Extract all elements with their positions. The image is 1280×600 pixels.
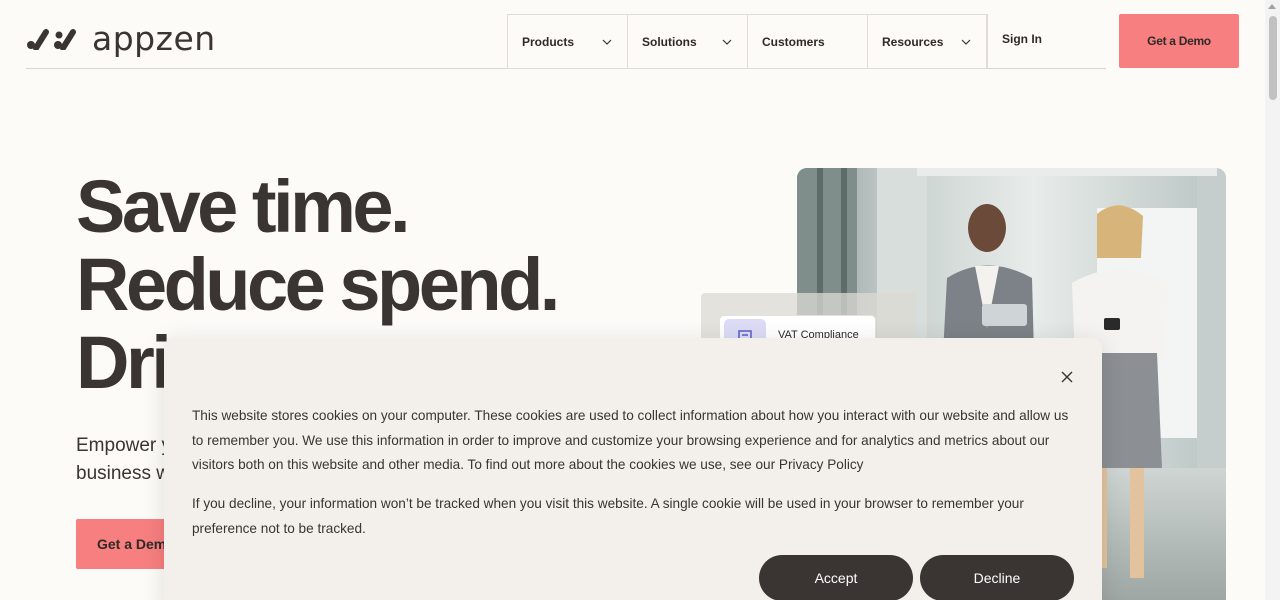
hero-title-line-2: Reduce spend. <box>76 243 560 326</box>
brand-name: appzen <box>92 19 216 58</box>
accept-cookies-button[interactable]: Accept <box>759 555 913 600</box>
chevron-down-icon <box>602 39 612 45</box>
nav-item-customers[interactable]: Customers <box>747 14 867 69</box>
scrollbar-thumb[interactable] <box>1269 16 1277 100</box>
cookie-text-secondary: If you decline, your information won’t b… <box>192 496 1024 536</box>
nav-item-resources[interactable]: Resources <box>867 14 987 69</box>
page-scrollbar[interactable] <box>1265 0 1280 600</box>
close-icon[interactable] <box>1058 368 1076 386</box>
chevron-down-icon <box>722 39 732 45</box>
sign-in-link[interactable]: Sign In <box>987 14 1106 68</box>
scroll-up-arrow-icon[interactable] <box>1268 4 1276 9</box>
appzen-logo[interactable]: appzen <box>26 22 216 55</box>
nav-item-label: Solutions <box>642 34 697 49</box>
hero-title-line-1: Save time. <box>76 165 411 248</box>
appzen-logo-mark-icon <box>27 28 76 50</box>
decline-cookies-button[interactable]: Decline <box>920 555 1074 600</box>
main-nav: Products Solutions Customers Resources <box>507 14 987 69</box>
cookie-consent-dialog: This website stores cookies on your comp… <box>164 338 1102 600</box>
nav-item-label: Products <box>522 34 575 49</box>
header-get-demo-button[interactable]: Get a Demo <box>1119 14 1239 68</box>
cookie-text-primary: This website stores cookies on your comp… <box>192 408 1069 472</box>
nav-item-solutions[interactable]: Solutions <box>627 14 747 69</box>
nav-item-label: Customers <box>762 34 825 49</box>
chevron-down-icon <box>961 39 971 45</box>
nav-item-products[interactable]: Products <box>507 14 627 69</box>
nav-item-label: Resources <box>882 34 944 49</box>
